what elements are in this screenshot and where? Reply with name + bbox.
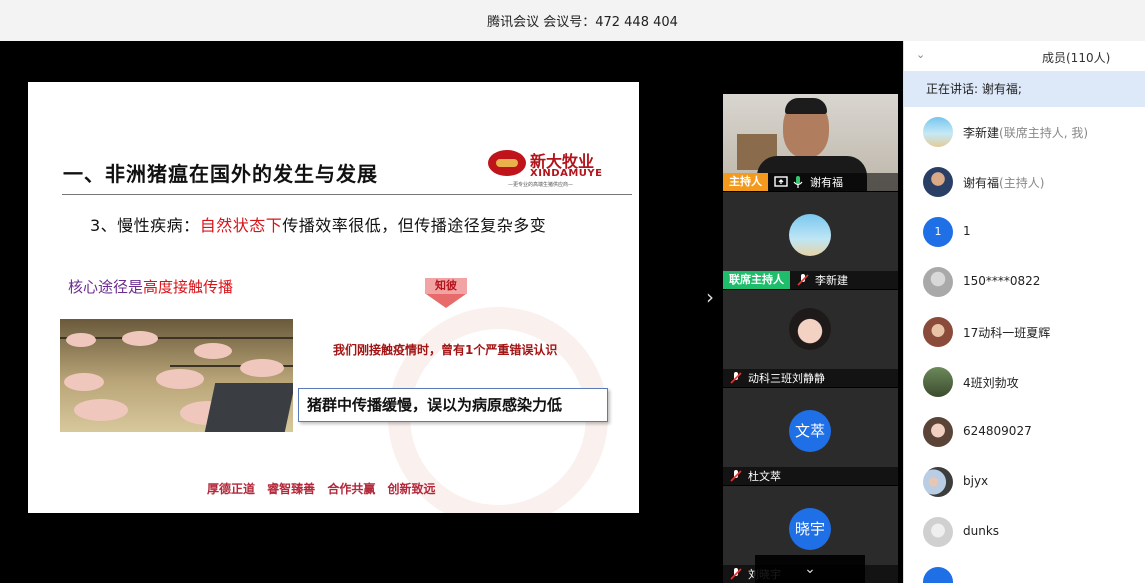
members-count: 成员(110人): [1042, 51, 1111, 65]
member-name: 4班刘勃攻: [963, 376, 1019, 390]
heading-divider: [62, 194, 632, 195]
member-avatar: [923, 417, 953, 447]
video-tile-cohost[interactable]: 联席主持人 李新建: [723, 192, 898, 289]
slide-heading: 一、非洲猪瘟在国外的发生与发展: [63, 162, 378, 186]
screen-share-icon: [774, 176, 788, 187]
member-row[interactable]: bjyx: [904, 457, 1145, 507]
tile-participant-name: 杜文萃: [748, 470, 781, 483]
portrait-avatar: [789, 308, 831, 350]
member-avatar: [923, 267, 953, 297]
pig-shape: [194, 343, 232, 359]
text-avatar: 文萃: [789, 410, 831, 452]
member-name: 李新建: [963, 126, 1000, 140]
tile-participant-name: 动科三班刘静静: [748, 372, 825, 385]
member-avatar: [923, 317, 953, 347]
member-row[interactable]: [904, 557, 1145, 583]
video-tile-participant[interactable]: 动科三班刘静静: [723, 290, 898, 387]
shared-slide: 一、非洲猪瘟在国外的发生与发展 新大牧业 XINDAMUYE —更专业的高端生猪…: [28, 82, 639, 513]
member-avatar: 1: [923, 217, 953, 247]
core-route: 核心途径是高度接触传播: [68, 276, 233, 297]
member-avatar: [923, 117, 953, 147]
member-row[interactable]: 李新建(联席主持人, 我): [904, 107, 1145, 157]
pig-shape: [64, 373, 104, 391]
pig-shape: [74, 399, 128, 421]
member-name: 谢有福: [963, 176, 1000, 190]
member-row[interactable]: 17动科一班夏辉: [904, 307, 1145, 357]
callout-box: 猪群中传播缓慢，误以为病原感染力低: [298, 388, 608, 422]
tile-participant-name: 谢有福: [810, 176, 843, 189]
photo-dark-corner: [204, 383, 293, 432]
member-role: (联席主持人, 我): [999, 126, 1089, 140]
down-arrow-icon: [426, 294, 466, 308]
member-name: dunks: [963, 524, 1000, 538]
mic-on-icon: [793, 176, 803, 188]
company-logo: 新大牧业 XINDAMUYE —更专业的高端生猪供应商—: [488, 148, 606, 188]
member-row[interactable]: 4班刘勃攻: [904, 357, 1145, 407]
chevron-down-icon[interactable]: ⌄: [916, 48, 925, 61]
zhibi-badge: 知彼: [423, 278, 469, 312]
tile-participant-name: 李新建: [815, 274, 848, 287]
member-avatar: [923, 517, 953, 547]
member-name: 17动科一班夏辉: [963, 326, 1051, 340]
pig-shape: [240, 359, 284, 377]
member-name: 624809027: [963, 424, 1032, 438]
slide-motto: 厚德正道 睿智臻善 合作共赢 创新致远: [207, 482, 436, 496]
member-avatar: [923, 567, 953, 583]
logo-tagline: —更专业的高端生猪供应商—: [508, 182, 574, 188]
beach-avatar: [789, 214, 831, 256]
member-name: 1: [963, 224, 971, 238]
member-row[interactable]: dunks: [904, 507, 1145, 557]
tile-name-bar: 主持人 谢有福: [723, 173, 898, 191]
point-highlight: 自然状态下: [199, 216, 283, 235]
participant-hair: [785, 98, 827, 114]
tile-name-bar: 杜文萃: [723, 467, 898, 485]
tile-name-bar: 动科三班刘静静: [723, 369, 898, 387]
member-avatar: [923, 367, 953, 397]
mic-muted-icon: [797, 274, 809, 286]
member-row[interactable]: 谢有福(主持人): [904, 157, 1145, 207]
text-avatar: 晓宇: [789, 508, 831, 550]
member-name: 150****0822: [963, 274, 1041, 288]
mic-muted-icon: [730, 372, 742, 384]
title-bar: 腾讯会议 会议号：472 448 404: [0, 0, 1145, 41]
core-highlight: 高度接触传播: [143, 278, 234, 296]
pig-shape: [122, 331, 158, 346]
member-name: bjyx: [963, 474, 989, 488]
pig-shape: [66, 333, 96, 347]
members-panel-header[interactable]: ⌄ 成员(110人): [904, 41, 1145, 71]
video-tile-participant[interactable]: 文萃 杜文萃: [723, 388, 898, 485]
meeting-window: 腾讯会议 会议号：472 448 404 一、非洲猪瘟在国外的发生与发展 新大牧…: [0, 0, 1145, 583]
member-row[interactable]: 150****0822: [904, 257, 1145, 307]
logo-mark-icon: [488, 150, 526, 176]
pig-farm-photo: [60, 319, 293, 432]
tile-name-bar: 联席主持人 李新建: [723, 271, 898, 289]
speaking-indicator: 正在讲话: 谢有福;: [904, 71, 1145, 107]
warning-text: 我们刚接触疫情时，曾有1个严重错误认识: [333, 343, 558, 357]
scroll-down-button[interactable]: ⌄: [755, 555, 865, 583]
logo-en: XINDAMUYE: [530, 168, 603, 179]
chevron-right-icon[interactable]: ›: [700, 285, 720, 309]
member-row[interactable]: 1 1: [904, 207, 1145, 257]
member-row[interactable]: 624809027: [904, 407, 1145, 457]
mic-muted-icon: [730, 470, 742, 482]
video-tile-host[interactable]: 主持人 谢有福: [723, 94, 898, 191]
member-avatar: [923, 167, 953, 197]
members-panel: ⌄ 成员(110人) 正在讲话: 谢有福; 李新建(联席主持人, 我) 谢有福(…: [903, 41, 1145, 583]
pig-shape: [156, 369, 204, 389]
member-role: (主持人): [999, 176, 1045, 190]
cohost-role-badge: 联席主持人: [723, 271, 790, 289]
meeting-title: 腾讯会议 会议号：472 448 404: [487, 15, 678, 30]
host-role-badge: 主持人: [723, 173, 768, 191]
point-suffix: 传播效率很低，但传播途径复杂多变: [282, 216, 547, 235]
slide-point: 3、慢性疾病：自然状态下传播效率很低，但传播途径复杂多变: [90, 212, 546, 236]
badge-label: 知彼: [425, 278, 467, 294]
mic-muted-icon: [730, 568, 742, 580]
core-prefix: 核心途径是: [68, 278, 144, 296]
point-prefix: 3、慢性疾病：: [90, 216, 200, 235]
member-avatar: [923, 467, 953, 497]
